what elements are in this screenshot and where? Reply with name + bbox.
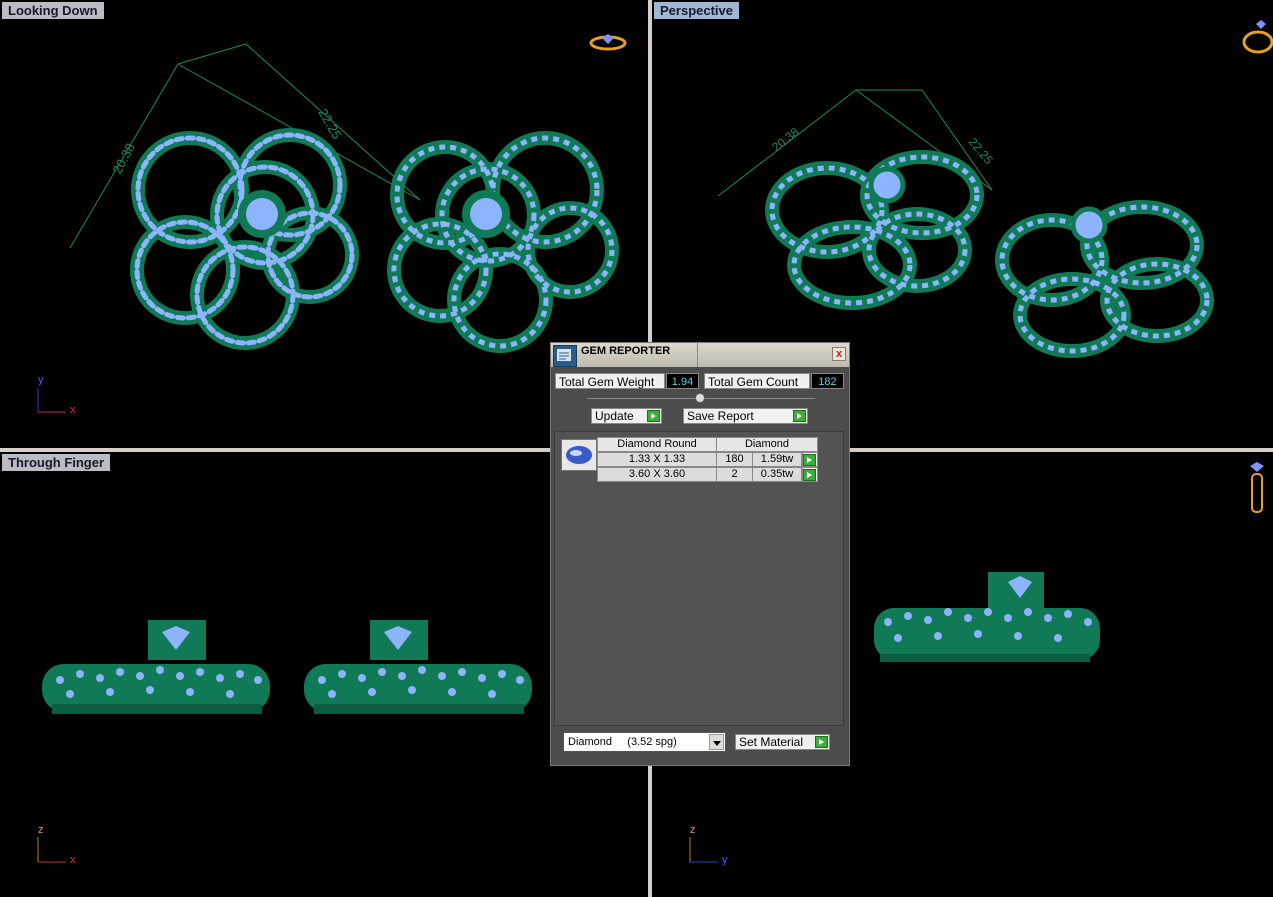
material-select-value: Diamond (3.52 spg) xyxy=(568,736,677,748)
dimension-label-2: 22.25 xyxy=(966,135,996,167)
axis-label-z: z xyxy=(38,824,44,836)
dimension-label-1: 20.38 xyxy=(109,141,138,177)
total-gem-count-label: Total Gem Count xyxy=(704,373,810,389)
axis-label-y: y xyxy=(722,854,728,866)
axis-label-y: y xyxy=(38,374,44,386)
play-arrow-icon xyxy=(793,410,806,422)
axis-label-z: z xyxy=(690,824,696,836)
collapse-handle[interactable] xyxy=(587,393,815,403)
play-arrow-icon xyxy=(803,454,816,466)
chevron-down-icon[interactable] xyxy=(709,734,724,750)
select-row-button[interactable] xyxy=(802,467,818,482)
gem-weight-cell: 0.35tw xyxy=(752,467,802,482)
dialog-titlebar[interactable]: GEM REPORTER x xyxy=(551,343,849,367)
view-cube-ring-icon xyxy=(589,34,627,51)
update-button-label: Update xyxy=(595,409,634,423)
gem-reporter-icon xyxy=(553,345,577,367)
collapse-arrow-icon[interactable] xyxy=(695,393,705,403)
axis-label-x: x xyxy=(70,404,76,416)
play-arrow-icon xyxy=(647,410,660,422)
title-separator xyxy=(697,343,698,367)
gem-count-cell: 2 xyxy=(716,467,753,482)
total-gem-count-value: 182 xyxy=(811,373,844,389)
view-cube-ring-icon xyxy=(1242,20,1273,54)
gem-table: Diamond Round Diamond 1.33 X 1.33 180 1.… xyxy=(554,431,844,726)
gem-reporter-dialog: GEM REPORTER x Total Gem Weight 1.94 Tot… xyxy=(550,342,850,766)
play-arrow-icon xyxy=(815,736,828,748)
dimension-label-1: 20.38 xyxy=(769,125,802,155)
gem-size-cell: 1.33 X 1.33 xyxy=(597,452,717,467)
save-report-button[interactable]: Save Report xyxy=(683,408,808,424)
dimension-label-2: 22.25 xyxy=(315,106,344,142)
shape-header: Diamond Round xyxy=(597,437,717,452)
material-select[interactable]: Diamond (3.52 spg) xyxy=(563,732,726,752)
dialog-title: GEM REPORTER xyxy=(581,345,671,357)
gem-count-cell: 180 xyxy=(716,452,753,467)
round-diamond-icon xyxy=(561,439,597,471)
gem-size-cell: 3.60 X 3.60 xyxy=(597,467,717,482)
total-gem-weight-value: 1.94 xyxy=(666,373,699,389)
update-button[interactable]: Update xyxy=(591,408,662,424)
axis-label-x: x xyxy=(70,854,76,866)
set-material-button-label: Set Material xyxy=(739,735,804,749)
set-material-button[interactable]: Set Material xyxy=(735,734,830,750)
total-gem-weight-label: Total Gem Weight xyxy=(555,373,665,389)
gem-weight-cell: 1.59tw xyxy=(752,452,802,467)
play-arrow-icon xyxy=(803,469,816,481)
select-row-button[interactable] xyxy=(802,452,818,467)
viewport-label[interactable]: Through Finger xyxy=(2,454,111,471)
save-report-button-label: Save Report xyxy=(687,409,754,423)
view-cube-ring-icon xyxy=(1250,462,1264,513)
viewport-label[interactable]: Perspective xyxy=(654,2,739,19)
material-header: Diamond xyxy=(716,437,818,452)
close-button[interactable]: x xyxy=(832,347,846,361)
viewport-label[interactable]: Looking Down xyxy=(2,2,104,19)
